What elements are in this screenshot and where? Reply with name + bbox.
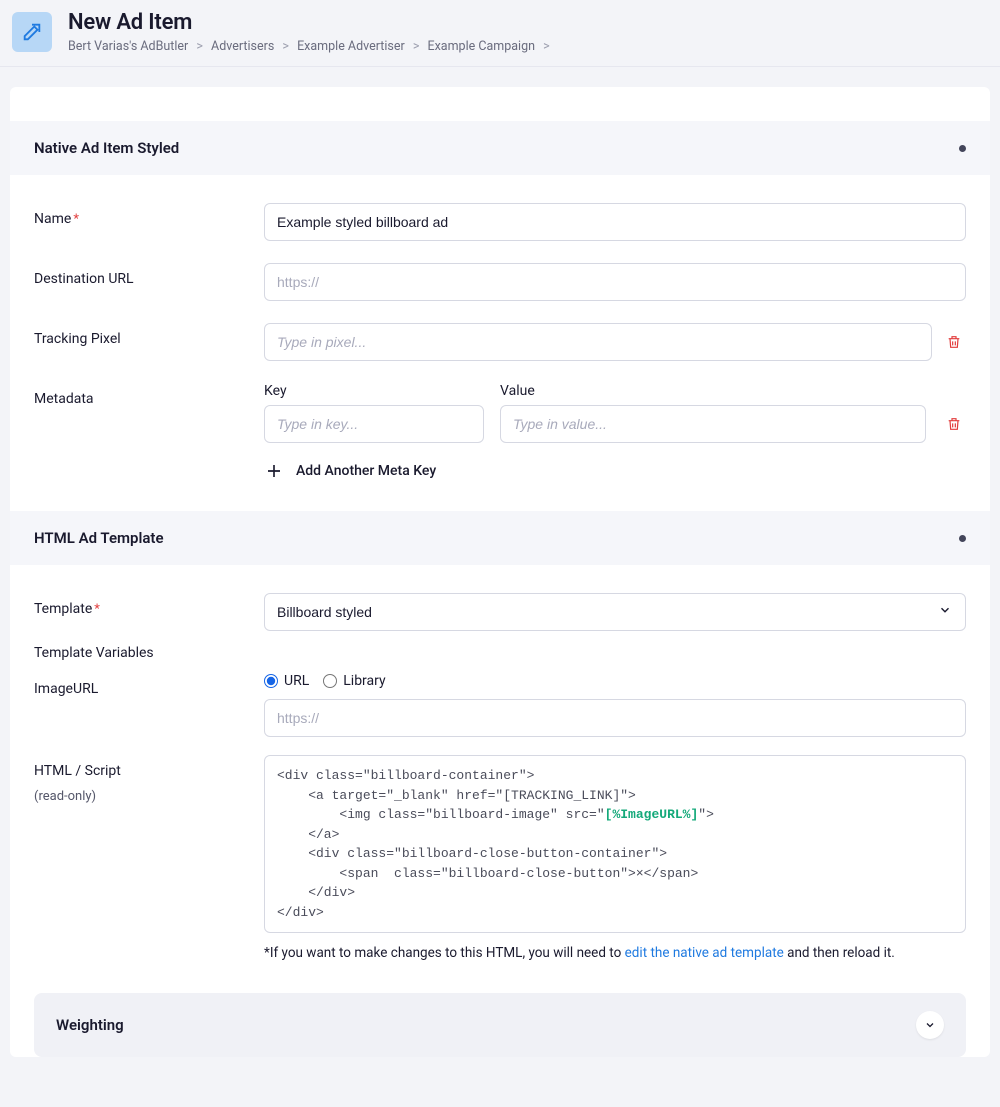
meta-value-input[interactable]: [500, 405, 926, 443]
section-header-native: Native Ad Item Styled: [10, 121, 990, 175]
edit-template-link[interactable]: edit the native ad template: [625, 945, 784, 961]
tracking-pixel-input[interactable]: [264, 323, 932, 361]
radio-url[interactable]: URL: [264, 673, 309, 689]
destination-url-label: Destination URL: [34, 263, 264, 287]
template-label: Template*: [34, 593, 264, 617]
trash-icon[interactable]: [942, 330, 966, 354]
edit-icon: [12, 12, 52, 52]
meta-key-input[interactable]: [264, 405, 484, 443]
template-select[interactable]: [264, 593, 966, 631]
imageurl-label: ImageURL: [34, 673, 264, 697]
html-code-readonly: <div class="billboard-container"> <a tar…: [264, 755, 966, 933]
breadcrumb-link[interactable]: Bert Varias's AdButler: [68, 39, 188, 54]
plus-icon: [264, 461, 284, 481]
add-meta-key-button[interactable]: Add Another Meta Key: [264, 461, 966, 481]
tracking-pixel-label: Tracking Pixel: [34, 323, 264, 347]
radio-library[interactable]: Library: [323, 673, 385, 689]
chevron-right-icon: >: [543, 39, 550, 54]
breadcrumb: Bert Varias's AdButler > Advertisers > E…: [68, 39, 555, 54]
chevron-right-icon: >: [413, 39, 420, 54]
metadata-label: Metadata: [34, 383, 264, 407]
main-card: Native Ad Item Styled Name* Destination …: [10, 87, 990, 1057]
breadcrumb-link[interactable]: Example Advertiser: [297, 39, 405, 54]
section-header-template: HTML Ad Template: [10, 511, 990, 565]
template-variables-label: Template Variables: [34, 645, 966, 661]
html-script-label: HTML / Script (read-only): [34, 755, 264, 804]
page-header: New Ad Item Bert Varias's AdButler > Adv…: [0, 0, 1000, 67]
imageurl-input[interactable]: [264, 699, 966, 737]
name-label: Name*: [34, 203, 264, 227]
name-input[interactable]: [264, 203, 966, 241]
status-dot-icon: [959, 535, 966, 542]
chevron-right-icon: >: [282, 39, 289, 54]
breadcrumb-link[interactable]: Example Campaign: [427, 39, 535, 54]
status-dot-icon: [959, 145, 966, 152]
section-header-weighting[interactable]: Weighting: [34, 993, 966, 1057]
meta-key-header: Key: [264, 383, 484, 399]
breadcrumb-link[interactable]: Advertisers: [211, 39, 274, 54]
meta-value-header: Value: [500, 383, 926, 399]
html-footnote: *If you want to make changes to this HTM…: [264, 945, 966, 961]
destination-url-input[interactable]: [264, 263, 966, 301]
chevron-right-icon: >: [196, 39, 203, 54]
trash-icon[interactable]: [942, 412, 966, 436]
page-title: New Ad Item: [68, 10, 555, 35]
chevron-down-icon: [916, 1011, 944, 1039]
